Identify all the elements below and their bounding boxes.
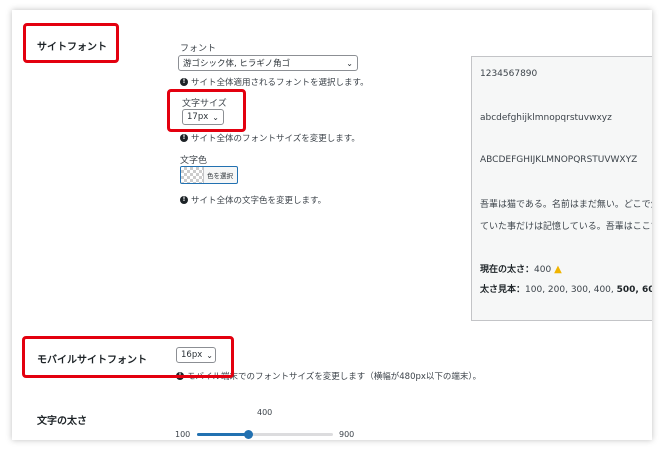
color-picker-button[interactable]: 色を選択 (180, 166, 238, 184)
font-family-select-value: 游ゴシック体, ヒラギノ角ゴ (183, 59, 291, 69)
font-weight-min-label: 100 (175, 430, 191, 439)
font-family-select[interactable]: 游ゴシック体, ヒラギノ角ゴ ⌄ (178, 55, 358, 71)
preview-weight-samples: 太さ見本：100, 200, 300, 400, 500, 600 (480, 282, 652, 295)
highlight-box-mobile-font (22, 336, 234, 378)
font-label: フォント (180, 44, 217, 54)
preview-uppercase: ABCDEFGHIJKLMNOPQRSTUVWXYZ (480, 155, 638, 165)
current-weight-label: 現在の太さ： (480, 265, 535, 275)
info-icon: ! (180, 196, 188, 204)
preview-sample-line-1: 吾輩は猫である。名前はまだ無い。どこで生れたかとんと見当がつかぬ。 (480, 200, 652, 210)
color-picker-button-label: 色を選択 (207, 172, 233, 180)
weight-samples-normal: 100, 200, 300, 400, (525, 285, 617, 295)
weight-samples-bold: 500, 600 (616, 285, 652, 295)
font-size-description-text: サイト全体のフォントサイズを変更します。 (191, 134, 360, 144)
highlight-box-font-size (167, 89, 246, 132)
text-color-description: ! サイト全体の文字色を変更します。 (180, 194, 326, 206)
font-weight-max-label: 900 (339, 430, 355, 439)
preview-sample-line-2: ていた事だけは記憶している。吾輩はここで始めて人間というものを見た。 (480, 222, 652, 232)
font-weight-section-label: 文字の太さ (37, 416, 87, 427)
font-description-text: サイト全体適用されるフォントを選択します。 (191, 78, 369, 88)
font-weight-current-value: 400 (257, 408, 273, 417)
font-size-description: ! サイト全体のフォントサイズを変更します。 (180, 132, 360, 144)
text-color-label: 文字色 (180, 156, 208, 166)
settings-panel: サイトフォント フォント 游ゴシック体, ヒラギノ角ゴ ⌄ ! サイト全体適用さ… (12, 10, 652, 440)
font-description: ! サイト全体適用されるフォントを選択します。 (180, 76, 369, 88)
preview-current-weight: 現在の太さ：400 ▲ (480, 262, 562, 275)
highlight-box-site-font (23, 23, 119, 63)
weight-samples-label: 太さ見本： (480, 285, 526, 295)
current-weight-value: 400 (534, 265, 552, 275)
info-icon: ! (180, 78, 188, 86)
text-color-description-text: サイト全体の文字色を変更します。 (191, 196, 327, 206)
color-swatch (181, 167, 204, 183)
font-weight-slider-fill (197, 433, 248, 436)
font-preview-box: 1234567890 abcdefghijklmnopqrstuvwxyz AB… (471, 56, 652, 321)
warning-icon: ▲ (554, 264, 562, 275)
preview-numbers: 1234567890 (480, 69, 538, 79)
font-weight-slider-thumb[interactable] (243, 430, 253, 439)
chevron-down-icon: ⌄ (346, 58, 353, 68)
info-icon: ! (180, 134, 188, 142)
preview-lowercase: abcdefghijklmnopqrstuvwxyz (480, 113, 612, 123)
